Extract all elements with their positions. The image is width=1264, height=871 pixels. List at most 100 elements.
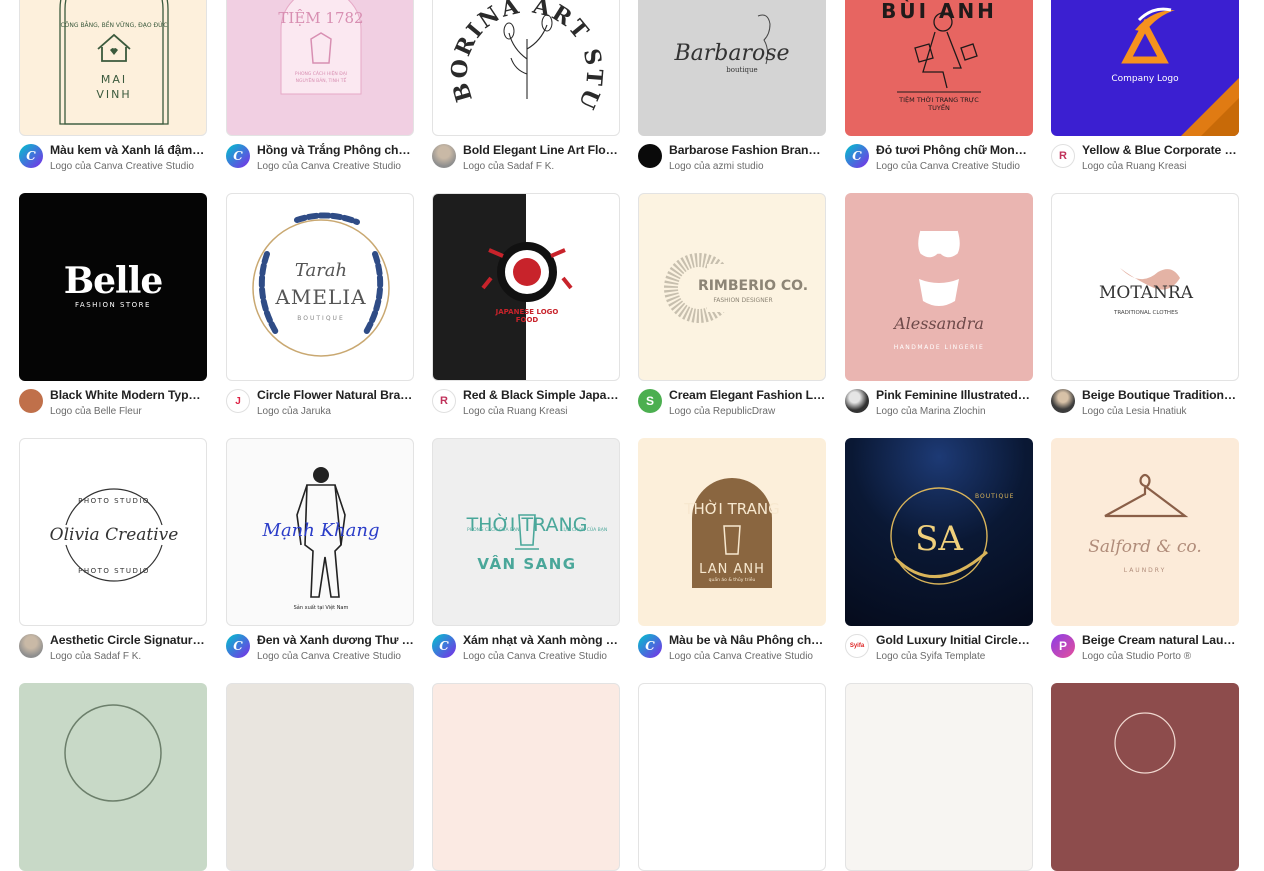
template-title[interactable]: Black White Modern Typograp... bbox=[50, 388, 207, 403]
template-thumbnail[interactable]: Barbarose boutique bbox=[638, 0, 826, 136]
template-thumbnail[interactable]: THỜI TRANG LAN ANH quần áo & thủy triều bbox=[638, 438, 826, 626]
template-author[interactable]: Logo của Sadaf F K. bbox=[463, 160, 620, 174]
creator-avatar[interactable]: C bbox=[432, 634, 456, 658]
template-card[interactable]: MOTANRA TRADITIONAL CLOTHES Beige Boutiq… bbox=[1051, 193, 1239, 419]
template-card[interactable]: THỜI TRANG LAN ANH quần áo & thủy triều … bbox=[638, 438, 826, 664]
template-card[interactable]: Mạnh Khang Sản xuất tại Việt Nam C Đen v… bbox=[226, 438, 414, 664]
template-author[interactable]: Logo của Canva Creative Studio bbox=[257, 160, 414, 174]
template-title[interactable]: Đỏ tươi Phông chữ Monoline ... bbox=[876, 143, 1033, 158]
creator-avatar[interactable]: C bbox=[226, 144, 250, 168]
template-title[interactable]: Hồng và Trắng Phông chữ Mo... bbox=[257, 143, 414, 158]
template-thumbnail[interactable] bbox=[638, 683, 826, 871]
template-author[interactable]: Logo của Canva Creative Studio bbox=[50, 160, 207, 174]
template-author[interactable]: Logo của RepublicDraw bbox=[669, 405, 826, 419]
creator-avatar[interactable]: R bbox=[1051, 144, 1075, 168]
template-thumbnail[interactable]: Alessandra HANDMADE LINGERIE bbox=[845, 193, 1033, 381]
template-card[interactable]: RIMBERIO CO. FASHION DESIGNER S Cream El… bbox=[638, 193, 826, 419]
template-title[interactable]: Red & Black Simple Japanese ... bbox=[463, 388, 620, 403]
template-author[interactable]: Logo của Canva Creative Studio bbox=[463, 650, 620, 664]
template-title[interactable]: Đen và Xanh dương Thư phá... bbox=[257, 633, 414, 648]
template-thumbnail[interactable]: TIỆM 1782 PHONG CÁCH HIỆN ĐẠI NGUYÊN BẢN… bbox=[226, 0, 414, 136]
template-card[interactable]: CÔNG BẰNG, BỀN VỮNG, ĐẠO ĐỨC MAI VINH C … bbox=[19, 0, 207, 174]
template-card[interactable] bbox=[226, 683, 414, 871]
template-thumbnail[interactable]: Salford & co. LAUNDRY bbox=[1051, 438, 1239, 626]
template-thumbnail[interactable] bbox=[432, 683, 620, 871]
template-title[interactable]: Circle Flower Natural Brand L... bbox=[257, 388, 414, 403]
template-title[interactable]: Beige Boutique Traditional Cl... bbox=[1082, 388, 1239, 403]
creator-avatar[interactable]: Syifa bbox=[845, 634, 869, 658]
template-card[interactable]: Tarah AMELIA BOUTIQUE J Circle Flower Na… bbox=[226, 193, 414, 419]
template-thumbnail[interactable]: CÔNG BẰNG, BỀN VỮNG, ĐẠO ĐỨC MAI VINH bbox=[19, 0, 207, 136]
template-card[interactable] bbox=[638, 683, 826, 871]
template-thumbnail[interactable]: Mạnh Khang Sản xuất tại Việt Nam bbox=[226, 438, 414, 626]
creator-avatar[interactable] bbox=[1051, 389, 1075, 413]
template-card[interactable]: Alessandra HANDMADE LINGERIE Pink Femini… bbox=[845, 193, 1033, 419]
template-thumbnail[interactable] bbox=[845, 683, 1033, 871]
template-title[interactable]: Xám nhạt và Xanh mòng két ... bbox=[463, 633, 620, 648]
template-card[interactable]: BORINA ART STUDIO Bold Elegant Line Art … bbox=[432, 0, 620, 174]
template-card[interactable]: THỜI TRANG PHONG CÁCH CỦA BẠN LỰA CHỌN C… bbox=[432, 438, 620, 664]
template-title[interactable]: Yellow & Blue Corporate Simp... bbox=[1082, 143, 1239, 158]
template-author[interactable]: Logo của Ruang Kreasi bbox=[1082, 160, 1239, 174]
template-author[interactable]: Logo của Belle Fleur bbox=[50, 405, 207, 419]
template-thumbnail[interactable] bbox=[19, 683, 207, 871]
template-thumbnail[interactable]: BÙI ANH TIỆM THỜI TRANG TRỰC TUYẾN bbox=[845, 0, 1033, 136]
template-author[interactable]: Logo của Marina Zlochin bbox=[876, 405, 1033, 419]
template-card[interactable] bbox=[19, 683, 207, 871]
template-card[interactable]: BÙI ANH TIỆM THỜI TRANG TRỰC TUYẾN C Đỏ … bbox=[845, 0, 1033, 174]
template-title[interactable]: Màu kem và Xanh lá đậm Hình... bbox=[50, 143, 207, 158]
template-card[interactable]: Belle FASHION STORE Black White Modern T… bbox=[19, 193, 207, 419]
template-thumbnail[interactable] bbox=[1051, 683, 1239, 871]
template-thumbnail[interactable]: BOUTIQUE SA bbox=[845, 438, 1033, 626]
template-title[interactable]: Bold Elegant Line Art Floral Lo... bbox=[463, 143, 620, 158]
template-thumbnail[interactable]: THỜI TRANG PHONG CÁCH CỦA BẠN LỰA CHỌN C… bbox=[432, 438, 620, 626]
template-thumbnail[interactable]: Company Logo bbox=[1051, 0, 1239, 136]
template-thumbnail[interactable]: BORINA ART STUDIO bbox=[432, 0, 620, 136]
template-card[interactable]: Barbarose boutique Barbarose Fashion Bra… bbox=[638, 0, 826, 174]
creator-avatar[interactable] bbox=[432, 144, 456, 168]
template-author[interactable]: Logo của Canva Creative Studio bbox=[257, 650, 414, 664]
creator-avatar[interactable]: S bbox=[638, 389, 662, 413]
template-author[interactable]: Logo của Studio Porto ® bbox=[1082, 650, 1239, 664]
template-card[interactable]: TIỆM 1782 PHONG CÁCH HIỆN ĐẠI NGUYÊN BẢN… bbox=[226, 0, 414, 174]
template-card[interactable] bbox=[845, 683, 1033, 871]
template-title[interactable]: Gold Luxury Initial Circle Log... bbox=[876, 633, 1033, 648]
template-author[interactable]: Logo của Syifa Template bbox=[876, 650, 1033, 664]
template-title[interactable]: Barbarose Fashion Brand Art ... bbox=[669, 143, 826, 158]
creator-avatar[interactable]: C bbox=[845, 144, 869, 168]
template-card[interactable] bbox=[432, 683, 620, 871]
template-author[interactable]: Logo của azmi studio bbox=[669, 160, 826, 174]
template-card[interactable]: Company Logo R Yellow & Blue Corporate S… bbox=[1051, 0, 1239, 174]
template-thumbnail[interactable]: Tarah AMELIA BOUTIQUE bbox=[226, 193, 414, 381]
creator-avatar[interactable] bbox=[19, 389, 43, 413]
template-card[interactable] bbox=[1051, 683, 1239, 871]
creator-avatar[interactable]: C bbox=[638, 634, 662, 658]
template-card[interactable]: BOUTIQUE SA Syifa Gold Luxury Initial Ci… bbox=[845, 438, 1033, 664]
template-thumbnail[interactable]: MOTANRA TRADITIONAL CLOTHES bbox=[1051, 193, 1239, 381]
template-author[interactable]: Logo của Sadaf F K. bbox=[50, 650, 207, 664]
template-title[interactable]: Màu be và Nâu Phông chữ M... bbox=[669, 633, 826, 648]
template-title[interactable]: Aesthetic Circle Signature Ph... bbox=[50, 633, 207, 648]
template-author[interactable]: Logo của Lesia Hnatiuk bbox=[1082, 405, 1239, 419]
creator-avatar[interactable] bbox=[19, 634, 43, 658]
template-card[interactable]: JAPANESE LOGO FOOD R Red & Black Simple … bbox=[432, 193, 620, 419]
template-title[interactable]: Cream Elegant Fashion Logo bbox=[669, 388, 826, 403]
creator-avatar[interactable] bbox=[845, 389, 869, 413]
template-thumbnail[interactable]: Belle FASHION STORE bbox=[19, 193, 207, 381]
creator-avatar[interactable]: C bbox=[19, 144, 43, 168]
template-card[interactable]: Salford & co. LAUNDRY P Beige Cream natu… bbox=[1051, 438, 1239, 664]
template-author[interactable]: Logo của Canva Creative Studio bbox=[876, 160, 1033, 174]
creator-avatar[interactable]: P bbox=[1051, 634, 1075, 658]
template-card[interactable]: PHOTO STUDIO Olivia Creative PHOTO STUDI… bbox=[19, 438, 207, 664]
creator-avatar[interactable]: J bbox=[226, 389, 250, 413]
creator-avatar[interactable] bbox=[638, 144, 662, 168]
template-thumbnail[interactable]: JAPANESE LOGO FOOD bbox=[432, 193, 620, 381]
creator-avatar[interactable]: C bbox=[226, 634, 250, 658]
template-thumbnail[interactable]: RIMBERIO CO. FASHION DESIGNER bbox=[638, 193, 826, 381]
template-thumbnail[interactable] bbox=[226, 683, 414, 871]
template-author[interactable]: Logo của Jaruka bbox=[257, 405, 414, 419]
creator-avatar[interactable]: R bbox=[432, 389, 456, 413]
template-title[interactable]: Pink Feminine Illustrated Lin... bbox=[876, 388, 1033, 403]
template-thumbnail[interactable]: PHOTO STUDIO Olivia Creative PHOTO STUDI… bbox=[19, 438, 207, 626]
template-title[interactable]: Beige Cream natural Laundry... bbox=[1082, 633, 1239, 648]
